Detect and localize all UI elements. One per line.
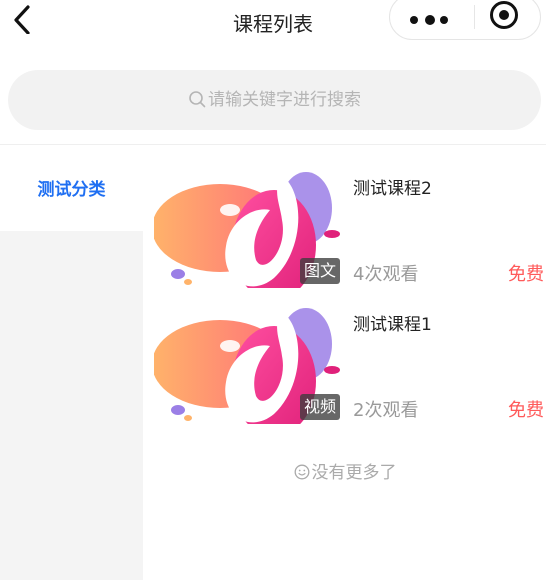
search-input[interactable]: 请输关键字进行搜索 <box>8 70 541 130</box>
search-placeholder: 请输关键字进行搜索 <box>208 90 361 110</box>
capsule-divider <box>474 5 475 29</box>
course-type-badge: 图文 <box>299 258 340 284</box>
smile-icon <box>294 464 309 480</box>
course-title: 测试课程2 <box>353 179 432 199</box>
course-type-badge: 视频 <box>299 394 340 420</box>
list-end-indicator: 没有更多了 <box>144 458 546 483</box>
nav-bar: 课程列表 <box>0 0 546 44</box>
course-thumbnail: 图文 <box>154 170 340 288</box>
course-view-count: 4次观看 <box>353 264 419 285</box>
course-thumbnail: 视频 <box>154 306 340 424</box>
course-price: 免费 <box>508 400 544 421</box>
course-item[interactable]: 视频 测试课程1 2次观看 免费 <box>154 306 546 424</box>
course-item[interactable]: 图文 测试课程2 4次观看 免费 <box>154 170 546 288</box>
close-mini-program-button[interactable] <box>488 0 520 31</box>
category-label: 测试分类 <box>37 180 106 200</box>
course-price: 免费 <box>508 264 544 285</box>
category-item-test[interactable]: 测试分类 <box>0 145 143 231</box>
course-view-count: 2次观看 <box>353 400 419 421</box>
course-list-page: 课程列表 请输关键字进行搜索 测试分类 图文 测试课程2 4次观看 免费 视频 … <box>0 0 546 580</box>
course-title: 测试课程1 <box>353 315 432 335</box>
mini-program-capsule <box>389 0 541 40</box>
more-menu-button[interactable] <box>408 3 458 33</box>
search-icon <box>189 91 206 108</box>
category-sidebar: 测试分类 <box>0 145 143 580</box>
list-end-text: 没有更多了 <box>311 463 397 483</box>
